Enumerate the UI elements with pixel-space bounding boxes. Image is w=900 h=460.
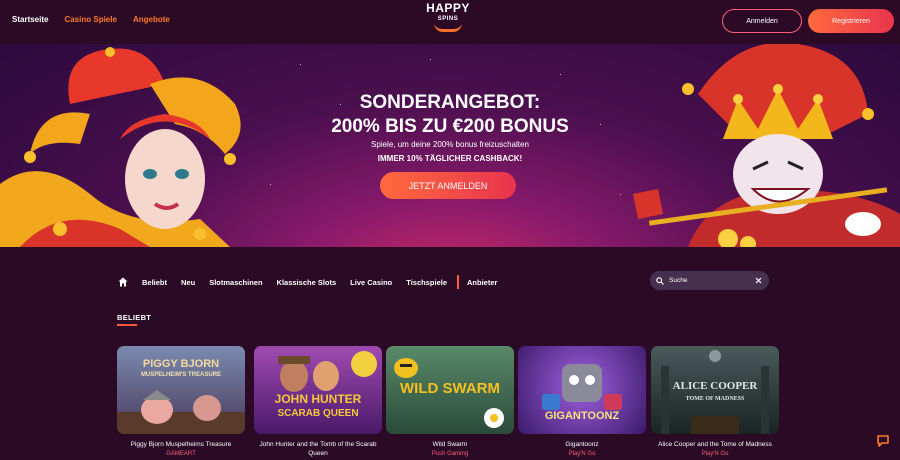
pig-viking-illustration xyxy=(117,390,245,434)
game-title[interactable]: Gigantoonz xyxy=(518,440,646,449)
game-art-title: WILD SWARM xyxy=(400,380,500,397)
top-header: Startseite Casino Spiele Angebote HAPPY … xyxy=(0,0,900,44)
nav-angebote[interactable]: Angebote xyxy=(133,15,170,24)
game-title[interactable]: Wild Swarm xyxy=(386,440,514,449)
search-icon xyxy=(656,276,664,285)
category-beliebt[interactable]: Beliebt xyxy=(142,278,167,287)
search-input[interactable] xyxy=(669,277,755,284)
hero-banner: SONDERANGEBOT: 200% BIS ZU €200 BONUS Sp… xyxy=(0,44,900,247)
hero-cta-button[interactable]: JETZT ANMELDEN xyxy=(380,172,516,199)
game-title[interactable]: Piggy Bjorn Muspelheims Treasure xyxy=(117,440,245,449)
search-box xyxy=(650,271,769,290)
game-art-title: JOHN HUNTER xyxy=(274,392,362,406)
hero-cashback: IMMER 10% TÄGLICHER CASHBACK! xyxy=(377,154,523,163)
game-title[interactable]: John Hunter and the Tomb of the Scarab Q… xyxy=(254,440,382,458)
home-icon[interactable] xyxy=(118,277,128,287)
game-card-alice-cooper[interactable]: ALICE COOPER TOME OF MADNESS xyxy=(651,346,779,434)
logo-smile-icon xyxy=(434,23,462,32)
logo-text-spins: SPINS xyxy=(437,16,459,22)
game-provider: Play'N Go xyxy=(568,451,596,457)
category-klassische-slots[interactable]: Klassische Slots xyxy=(277,278,337,287)
game-art-title: ALICE COOPER xyxy=(672,380,758,392)
category-anbieter[interactable]: Anbieter xyxy=(467,278,497,287)
game-title[interactable]: Alice Cooper and the Tome of Madness xyxy=(651,440,779,449)
explorers-illustration xyxy=(278,351,377,392)
category-tischspiele[interactable]: Tischspiele xyxy=(406,278,447,287)
happy-spins-logo[interactable]: HAPPY SPINS xyxy=(420,2,476,40)
clear-search-icon[interactable] xyxy=(755,277,762,284)
nav-startseite[interactable]: Startseite xyxy=(12,15,48,24)
game-card-wild-swarm[interactable]: WILD SWARM xyxy=(386,346,514,434)
game-art-title: PIGGY BJORN xyxy=(142,358,220,370)
nav-casino-spiele[interactable]: Casino Spiele xyxy=(64,15,116,24)
game-provider: Play'N Go xyxy=(701,451,729,457)
logo-text-happy: HAPPY xyxy=(426,1,470,15)
hero-title-line1: SONDERANGEBOT: xyxy=(359,92,541,113)
game-art-title: GIGANTOONZ xyxy=(544,410,620,422)
category-live-casino[interactable]: Live Casino xyxy=(350,278,392,287)
game-art-subtitle: TOME OF MADNESS xyxy=(685,396,745,402)
main-nav: Startseite Casino Spiele Angebote xyxy=(12,15,170,24)
hero-title-line2: 200% BIS ZU €200 BONUS xyxy=(331,116,569,137)
section-title-beliebt: BELIEBT xyxy=(117,313,152,322)
category-neu[interactable]: Neu xyxy=(181,278,195,287)
register-button[interactable]: Registrieren xyxy=(808,9,894,33)
category-bar: Beliebt Neu Slotmaschinen Klassische Slo… xyxy=(118,275,511,289)
game-art-subtitle: MUSPELHEIM'S TREASURE xyxy=(140,372,222,378)
hero-subtitle: Spiele, um deine 200% bonus freizuschalt… xyxy=(371,140,529,149)
game-card-gigantoonz[interactable]: GIGANTOONZ xyxy=(518,346,646,434)
game-provider: GAMEART xyxy=(166,451,196,457)
category-slotmaschinen[interactable]: Slotmaschinen xyxy=(209,278,262,287)
game-art-subtitle: SCARAB QUEEN xyxy=(277,408,359,419)
login-button[interactable]: Anmelden xyxy=(722,9,802,33)
section-underline xyxy=(117,324,137,326)
category-divider xyxy=(457,275,459,289)
chat-icon[interactable] xyxy=(876,434,890,448)
game-card-piggy-bjorn[interactable]: PIGGY BJORN MUSPELHEIM'S TREASURE xyxy=(117,346,245,434)
game-provider: Push Gaming xyxy=(431,451,469,457)
game-card-john-hunter[interactable]: JOHN HUNTER SCARAB QUEEN xyxy=(254,346,382,434)
